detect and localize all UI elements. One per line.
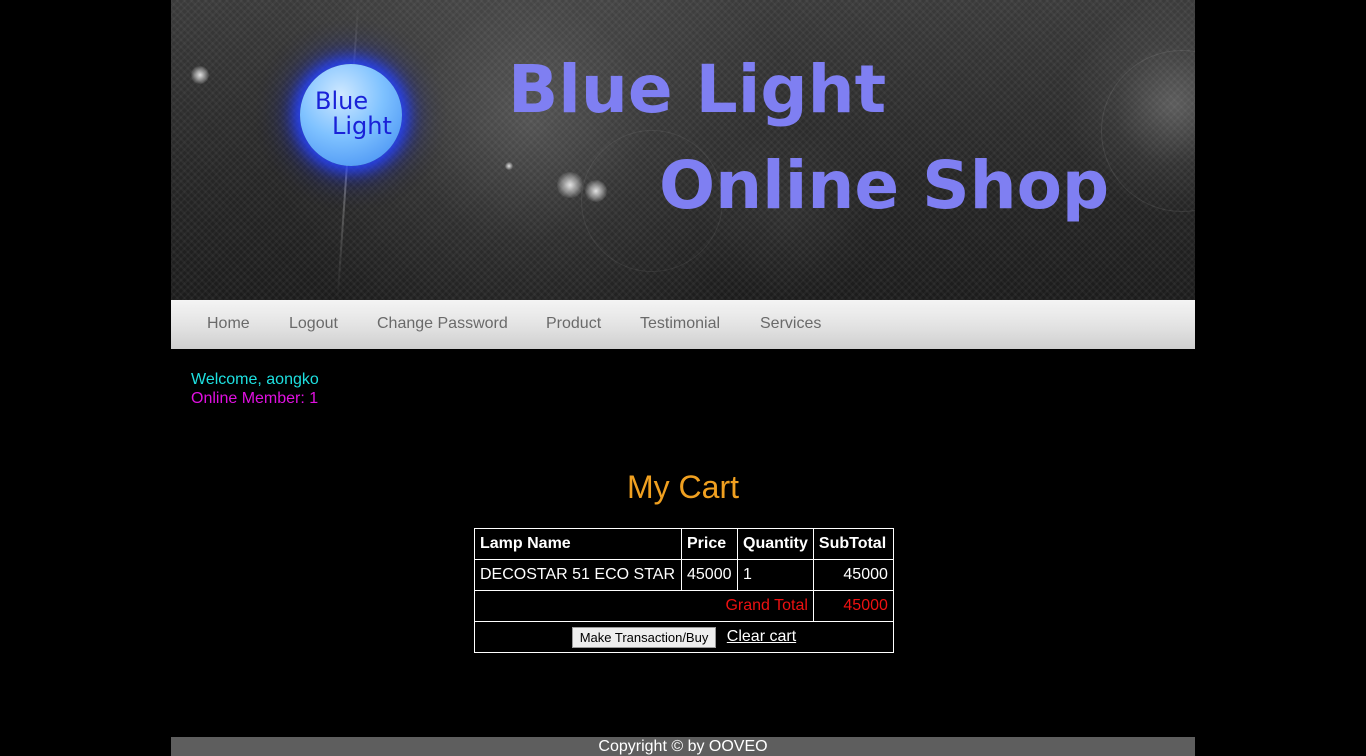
site-title-line2: Online Shop: [659, 147, 1110, 224]
cart-header-row: Lamp Name Price Quantity SubTotal: [474, 528, 894, 560]
bokeh-light: [557, 172, 583, 198]
bokeh-ring: [1101, 50, 1195, 212]
nav-home[interactable]: Home: [207, 315, 250, 333]
cell-quantity: 1: [737, 559, 814, 591]
header-banner: Blue Light Blue Light Online Shop: [171, 0, 1195, 300]
cell-subtotal: 45000: [812, 559, 894, 591]
grand-total-row: Grand Total 45000: [474, 590, 894, 622]
site-title-line1: Blue Light: [508, 51, 887, 128]
online-member-count: Online Member: 1: [191, 390, 319, 407]
bokeh-light: [585, 180, 607, 202]
grand-total-value: 45000: [812, 590, 894, 622]
bokeh-light: [191, 66, 209, 84]
actions-cell: Make Transaction/Buy Clear cart: [474, 621, 894, 653]
footer-copyright: Copyright © by OOVEO: [171, 737, 1195, 756]
nav-services[interactable]: Services: [760, 315, 821, 333]
welcome-message: Welcome, aongko: [191, 371, 319, 388]
cell-lamp-name: DECOSTAR 51 ECO STAR: [474, 559, 682, 591]
logo-text-light: Light: [332, 112, 392, 140]
table-row: DECOSTAR 51 ECO STAR 45000 1 45000: [474, 559, 894, 591]
cart-table: Lamp Name Price Quantity SubTotal DECOST…: [474, 528, 894, 653]
bokeh-light: [505, 162, 513, 170]
grand-total-label: Grand Total: [474, 590, 814, 622]
nav-logout[interactable]: Logout: [289, 315, 338, 333]
column-header-lamp-name: Lamp Name: [474, 528, 682, 560]
logo-text-blue: Blue: [315, 87, 369, 115]
actions-row: Make Transaction/Buy Clear cart: [474, 621, 894, 653]
cart-title: My Cart: [627, 469, 739, 505]
column-header-subtotal: SubTotal: [812, 528, 894, 560]
main-nav: Home Logout Change Password Product Test…: [171, 300, 1195, 349]
nav-product[interactable]: Product: [546, 315, 601, 333]
cell-price: 45000: [681, 559, 738, 591]
column-header-quantity: Quantity: [737, 528, 814, 560]
clear-cart-link[interactable]: Clear cart: [727, 628, 796, 645]
nav-change-password[interactable]: Change Password: [377, 315, 508, 333]
nav-testimonial[interactable]: Testimonial: [640, 315, 720, 333]
column-header-price: Price: [681, 528, 738, 560]
make-transaction-button[interactable]: Make Transaction/Buy: [571, 626, 717, 648]
